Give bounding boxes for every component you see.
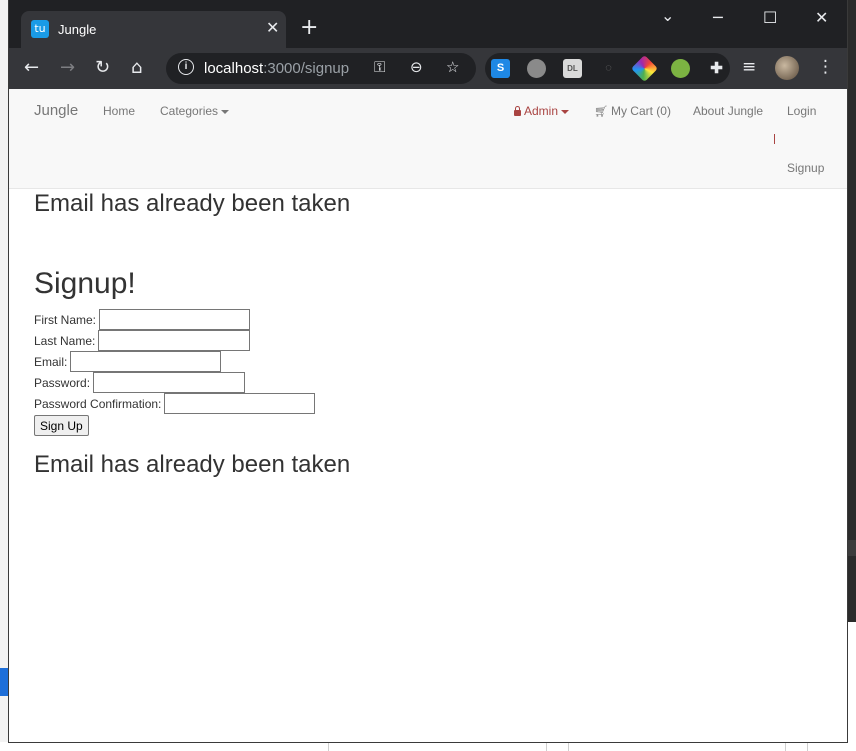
home-icon[interactable]: ⌂ bbox=[131, 57, 142, 79]
url-path: :3000/signup bbox=[263, 60, 350, 77]
extensions-puzzle-icon[interactable]: ✚ bbox=[707, 59, 726, 78]
close-tab-icon[interactable]: ✕ bbox=[266, 19, 279, 37]
background-window-bottom bbox=[0, 742, 856, 751]
url-text[interactable]: localhost:3000/signup bbox=[204, 60, 349, 77]
favicon-icon: tu bbox=[31, 20, 49, 38]
bookmark-star-icon[interactable]: ☆ bbox=[446, 58, 459, 76]
email-row: Email: bbox=[34, 351, 315, 372]
tab-title: Jungle bbox=[58, 22, 97, 37]
reload-icon[interactable]: ↻ bbox=[95, 57, 110, 79]
password-confirmation-label: Password Confirmation: bbox=[34, 396, 162, 411]
nav-home[interactable]: Home bbox=[103, 104, 135, 118]
back-icon[interactable]: ← bbox=[24, 57, 39, 79]
first-name-label: First Name: bbox=[34, 312, 97, 327]
browser-tab[interactable]: tu Jungle ✕ bbox=[21, 11, 286, 48]
error-message-bottom: Email has already been taken bbox=[34, 451, 351, 478]
first-name-row: First Name: bbox=[34, 309, 315, 330]
nav-admin[interactable]: Admin bbox=[514, 104, 570, 118]
skype-extension-icon[interactable]: S bbox=[491, 59, 510, 78]
first-name-field[interactable] bbox=[99, 309, 251, 330]
nav-signup[interactable]: Signup bbox=[787, 161, 824, 175]
password-row: Password: bbox=[34, 372, 315, 393]
browser-window: tu Jungle ✕ + ⌄ ─ ☐ ✕ ← → ↻ ⌂ i localhos… bbox=[9, 0, 847, 742]
media-control-icon[interactable]: ≡ bbox=[742, 57, 756, 77]
nav-cart[interactable]: 🛒︎ My Cart (0) bbox=[594, 104, 671, 118]
background-app-edge bbox=[0, 668, 9, 696]
email-label: Email: bbox=[34, 354, 68, 369]
page-title: Signup! bbox=[34, 267, 136, 300]
site-info-icon[interactable]: i bbox=[178, 59, 194, 75]
error-message-top: Email has already been taken bbox=[34, 190, 351, 217]
forward-icon[interactable]: → bbox=[60, 57, 75, 79]
zoom-icon[interactable]: ⊖ bbox=[410, 58, 423, 76]
title-bar: tu Jungle ✕ + ⌄ ─ ☐ ✕ bbox=[9, 0, 847, 48]
chevron-down-icon bbox=[561, 109, 570, 114]
minimize-icon[interactable]: ─ bbox=[713, 8, 723, 27]
last-name-row: Last Name: bbox=[34, 330, 315, 351]
zoom-dl-extension-icon[interactable]: DL bbox=[563, 59, 582, 78]
nav-divider bbox=[774, 134, 775, 144]
nav-login[interactable]: Login bbox=[787, 104, 816, 118]
nav-about[interactable]: About Jungle bbox=[693, 104, 763, 118]
browser-toolbar: ← → ↻ ⌂ i localhost:3000/signup ⚿ ⊖ ☆ S … bbox=[9, 48, 847, 89]
record-extension-icon[interactable] bbox=[527, 59, 546, 78]
nav-admin-label: Admin bbox=[524, 104, 559, 118]
password-confirmation-row: Password Confirmation: bbox=[34, 393, 316, 414]
chevron-down-icon bbox=[221, 109, 230, 114]
brand-link[interactable]: Jungle bbox=[34, 102, 78, 119]
nav-categories-label: Categories bbox=[160, 104, 219, 118]
password-field[interactable] bbox=[93, 372, 246, 393]
profile-avatar[interactable] bbox=[775, 56, 799, 80]
background-window-edge bbox=[847, 0, 856, 751]
lock-icon bbox=[514, 106, 521, 116]
web-page: Jungle Home Categories Admin 🛒︎ My Cart (… bbox=[9, 89, 847, 742]
nav-categories[interactable]: Categories bbox=[160, 104, 230, 118]
frog-extension-icon[interactable] bbox=[671, 59, 690, 78]
key-icon[interactable]: ⚿ bbox=[374, 58, 385, 76]
extensions-area: S DL ◌ ✚ bbox=[485, 53, 730, 84]
sign-up-button[interactable]: Sign Up bbox=[34, 415, 89, 436]
url-host: localhost bbox=[204, 60, 264, 77]
site-navbar: Jungle Home Categories Admin 🛒︎ My Cart (… bbox=[9, 89, 847, 189]
new-tab-button[interactable]: + bbox=[300, 16, 318, 40]
close-window-icon[interactable]: ✕ bbox=[815, 8, 828, 27]
cart-icon: 🛒︎ bbox=[594, 105, 608, 118]
menu-kebab-icon[interactable]: ⋮ bbox=[817, 57, 834, 77]
signup-form: First Name: Last Name: Email: Password: … bbox=[34, 309, 316, 436]
last-name-label: Last Name: bbox=[34, 333, 96, 348]
mouse-extension-icon[interactable]: ◌ bbox=[599, 59, 618, 78]
nav-cart-label: My Cart (0) bbox=[610, 104, 671, 118]
color-picker-extension-icon[interactable] bbox=[631, 55, 658, 82]
address-bar[interactable]: i localhost:3000/signup ⚿ ⊖ ☆ bbox=[166, 53, 476, 84]
email-field[interactable] bbox=[70, 351, 222, 372]
tab-search-icon[interactable]: ⌄ bbox=[661, 6, 674, 25]
last-name-field[interactable] bbox=[98, 330, 251, 351]
maximize-icon[interactable]: ☐ bbox=[763, 8, 777, 27]
password-label: Password: bbox=[34, 375, 91, 390]
password-confirmation-field[interactable] bbox=[164, 393, 316, 414]
